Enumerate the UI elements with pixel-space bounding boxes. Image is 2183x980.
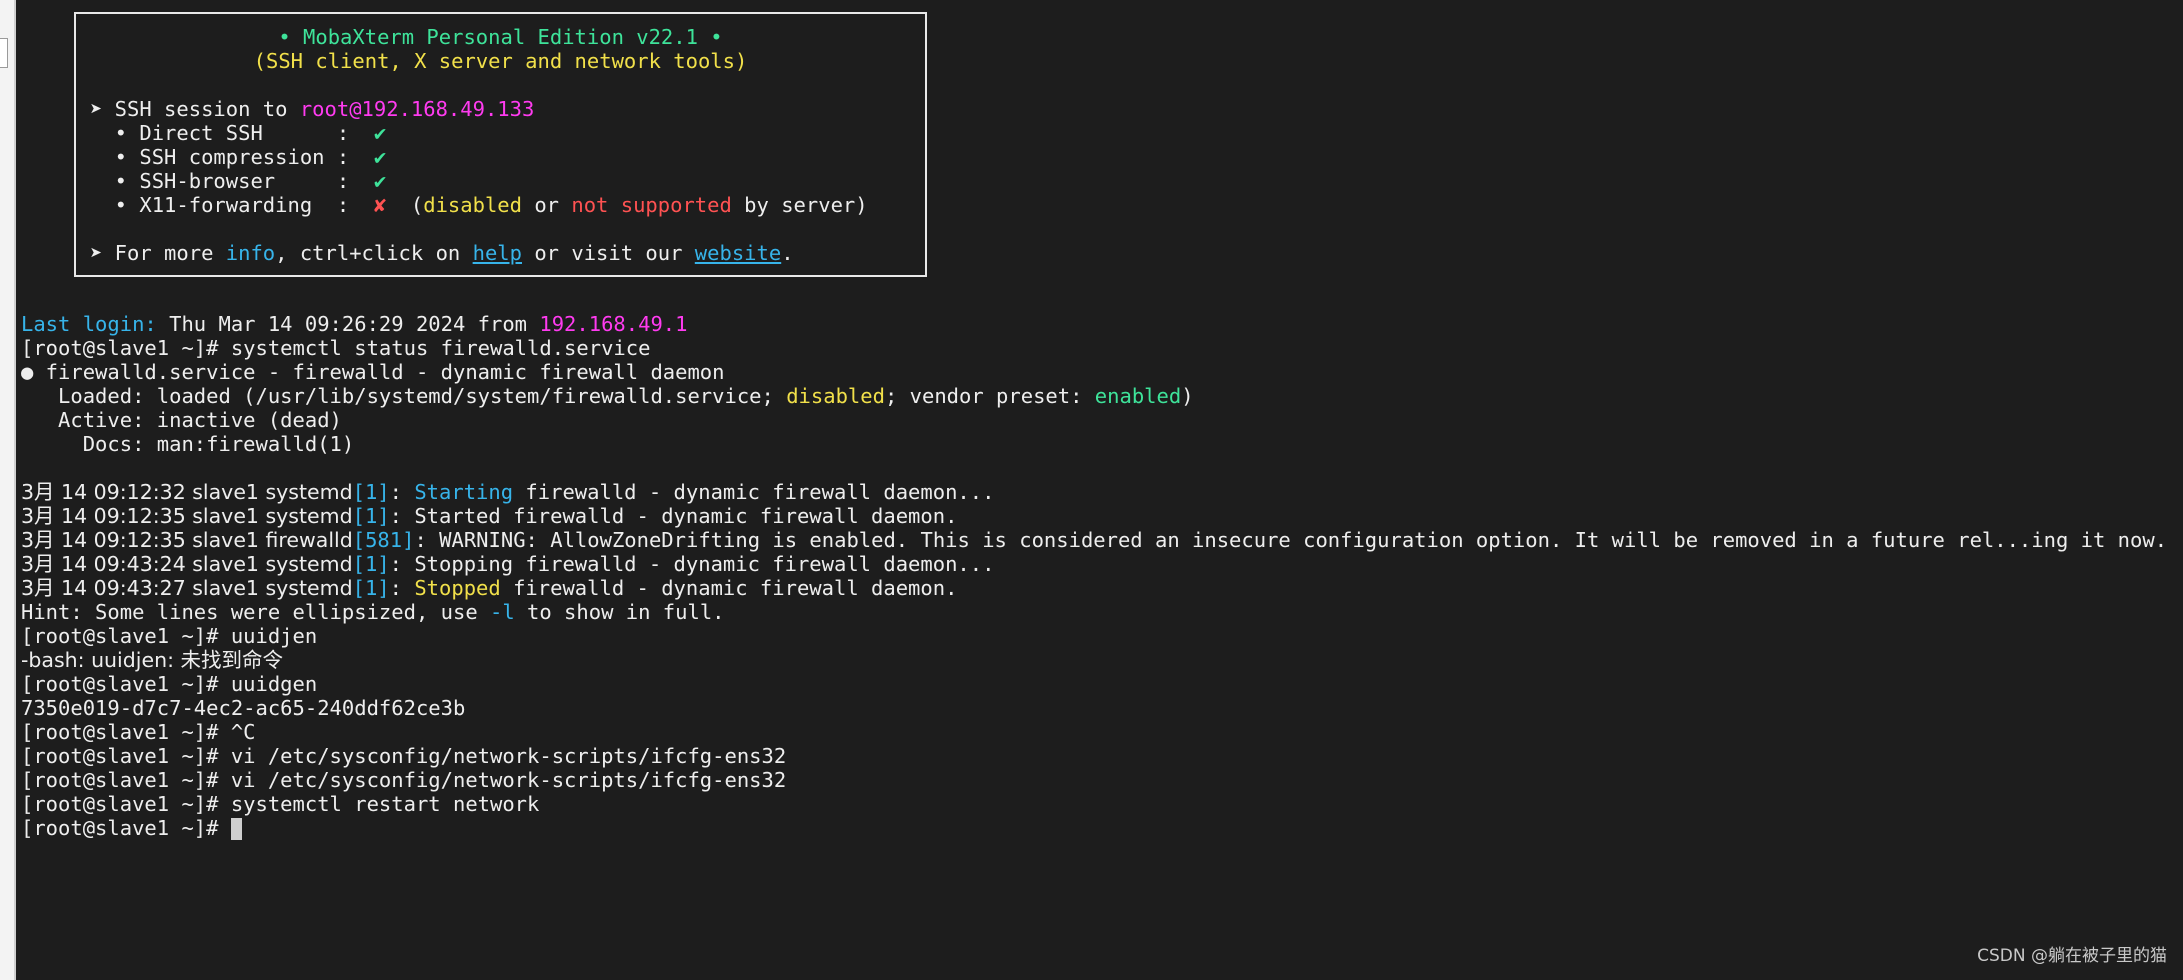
log-prefix: 3月 14 09:12:32 slave1 systemd [21, 480, 353, 504]
x11-or: or [522, 193, 572, 217]
banner-title: • MobaXterm Personal Edition v22.1 • [278, 25, 723, 49]
log-line: 3月 14 09:43:27 slave1 systemd[1]: Stoppe… [21, 576, 957, 600]
error-output-line: -bash: uuidjen: 未找到命令 [21, 648, 283, 672]
loaded-line: Loaded: loaded (/usr/lib/systemd/system/… [21, 384, 1194, 408]
log-line: 3月 14 09:12:32 slave1 systemd[1]: Starti… [21, 480, 994, 504]
x11-open-paren: ( [386, 193, 424, 217]
feature-direct-ssh: • Direct SSH : ✔ [90, 121, 387, 145]
feature-label: • SSH-browser : [90, 169, 374, 193]
active-prompt-line[interactable]: [root@slave1 ~]# [21, 816, 242, 840]
check-icon: ✔ [373, 169, 387, 193]
log-colon: : [414, 528, 440, 552]
log-prefix: 3月 14 09:12:35 slave1 systemd [21, 504, 353, 528]
check-icon: ✔ [373, 145, 387, 169]
ssh-session-line: ➤ SSH session to root@192.168.49.133 [90, 97, 534, 121]
side-panel-toggle[interactable] [0, 38, 8, 68]
hint-flag: -l [490, 600, 515, 624]
log-line: 3月 14 09:43:24 slave1 systemd[1]: Stoppi… [21, 552, 994, 576]
more-info-end: . [781, 241, 794, 265]
log-pid: [1] [352, 480, 390, 504]
ssh-session-prefix: ➤ SSH session to [90, 97, 300, 121]
log-rest: firewalld - dynamic firewall daemon... [513, 552, 995, 576]
last-login-label: Last login: [21, 312, 157, 336]
log-colon: : [389, 480, 415, 504]
command-line: [root@slave1 ~]# vi /etc/sysconfig/netwo… [21, 744, 787, 768]
feature-label: • Direct SSH : [90, 121, 374, 145]
log-pid: [1] [352, 504, 390, 528]
cross-icon: ✘ [373, 193, 387, 217]
log-colon: : [389, 504, 415, 528]
log-rest: AllowZoneDrifting is enabled. This is co… [537, 528, 2168, 552]
log-pid: [581] [352, 528, 415, 552]
welcome-banner: • MobaXterm Personal Edition v22.1 • (SS… [74, 12, 927, 277]
check-icon: ✔ [373, 121, 387, 145]
log-verb: Started [414, 504, 501, 528]
watermark: CSDN @躺在被子里的猫 [1977, 946, 2167, 966]
more-info-prefix: ➤ For more [90, 241, 226, 265]
text-cursor [230, 818, 242, 840]
log-verb: WARNING: [439, 528, 538, 552]
log-prefix: 3月 14 09:43:24 slave1 systemd [21, 552, 353, 576]
log-colon: : [389, 576, 415, 600]
feature-x11-forwarding: • X11-forwarding : ✘ (disabled or not su… [90, 193, 868, 217]
feature-ssh-browser: • SSH-browser : ✔ [90, 169, 387, 193]
command-line: [root@slave1 ~]# ^C [21, 720, 256, 744]
docs-line: Docs: man:firewalld(1) [21, 432, 355, 456]
log-rest: firewalld - dynamic firewall daemon. [500, 576, 958, 600]
active-line: Active: inactive (dead) [21, 408, 342, 432]
log-rest: firewalld - dynamic firewall daemon. [500, 504, 958, 528]
ssh-session-target: root@192.168.49.133 [299, 97, 535, 121]
shell-prompt: [root@slave1 ~]# [21, 816, 231, 840]
log-line: 3月 14 09:12:35 slave1 systemd[1]: Starte… [21, 504, 957, 528]
info-link[interactable]: info [226, 241, 275, 265]
banner-subtitle: (SSH client, X server and network tools) [253, 49, 748, 73]
hint-prefix: Hint: Some lines were ellipsized, use [21, 600, 490, 624]
feature-ssh-compression: • SSH compression : ✔ [90, 145, 387, 169]
uuid-output-line: 7350e019-d7c7-4ec2-ac65-240ddf62ce3b [21, 696, 466, 720]
command-line: [root@slave1 ~]# vi /etc/sysconfig/netwo… [21, 768, 787, 792]
log-prefix: 3月 14 09:12:35 slave1 firewalld [21, 528, 353, 552]
x11-not-supported: not supported [571, 193, 732, 217]
log-colon: : [389, 552, 415, 576]
loaded-mid: ; vendor preset: [884, 384, 1095, 408]
command-line: [root@slave1 ~]# uuidjen [21, 624, 318, 648]
log-verb: Starting [414, 480, 514, 504]
log-pid: [1] [352, 552, 390, 576]
left-window-edge [0, 0, 16, 980]
loaded-disabled: disabled [786, 384, 885, 408]
x11-tail: by server) [731, 193, 868, 217]
hint-end: to show in full. [514, 600, 725, 624]
log-pid: [1] [352, 576, 390, 600]
x11-disabled: disabled [423, 193, 522, 217]
more-info-mid1: , ctrl+click on [275, 241, 473, 265]
loaded-enabled: enabled [1094, 384, 1182, 408]
last-login-line: Last login: Thu Mar 14 09:26:29 2024 fro… [21, 312, 687, 336]
terminal-pane[interactable]: • MobaXterm Personal Edition v22.1 • (SS… [16, 0, 2183, 980]
command-line: [root@slave1 ~]# systemctl status firewa… [21, 336, 651, 360]
help-link[interactable]: help [473, 241, 522, 265]
more-info-mid2: or visit our [522, 241, 695, 265]
loaded-end: ) [1181, 384, 1194, 408]
log-verb: Stopping [414, 552, 514, 576]
command-line: [root@slave1 ~]# systemctl restart netwo… [21, 792, 540, 816]
log-verb: Stopped [414, 576, 501, 600]
loaded-prefix: Loaded: loaded (/usr/lib/systemd/system/… [21, 384, 787, 408]
log-prefix: 3月 14 09:43:27 slave1 systemd [21, 576, 353, 600]
last-login-ip: 192.168.49.1 [539, 312, 688, 336]
hint-line: Hint: Some lines were ellipsized, use -l… [21, 600, 725, 624]
website-link[interactable]: website [695, 241, 781, 265]
feature-label: • X11-forwarding : [90, 193, 374, 217]
service-header-line: ● firewalld.service - firewalld - dynami… [21, 360, 725, 384]
more-info-line: ➤ For more info, ctrl+click on help or v… [90, 241, 794, 265]
log-rest: firewalld - dynamic firewall daemon... [513, 480, 995, 504]
feature-label: • SSH compression : [90, 145, 374, 169]
last-login-text: Thu Mar 14 09:26:29 2024 from [156, 312, 540, 336]
log-line: 3月 14 09:12:35 slave1 firewalld[581]: WA… [21, 528, 2167, 552]
command-line: [root@slave1 ~]# uuidgen [21, 672, 318, 696]
